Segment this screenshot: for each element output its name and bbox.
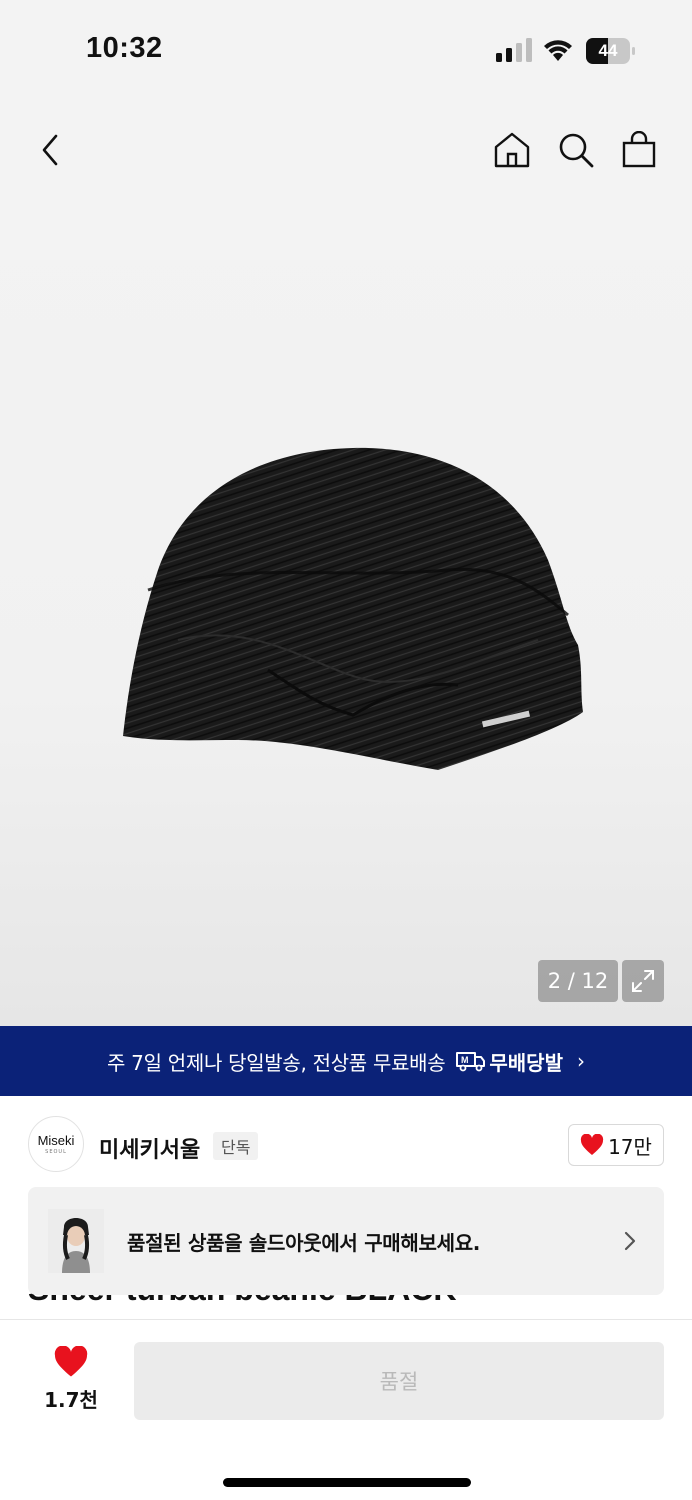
battery-level: 44 [598, 41, 618, 60]
promo-banner[interactable]: 주 7일 언제나 당일발송, 전상품 무료배송 M 무배당발 › [0, 1026, 692, 1096]
wifi-icon [544, 40, 572, 61]
search-icon [559, 133, 594, 168]
image-page-indicator: 2 / 12 [538, 960, 618, 1002]
heart-icon [580, 1134, 604, 1155]
chevron-right-icon: › [576, 1049, 585, 1073]
wishlist-count: 1.7천 [44, 1388, 98, 1412]
soldout-banner-text: 품절된 상품을 솔드아웃에서 구매해보세요. [127, 1231, 481, 1255]
exclusive-badge: 단독 [213, 1132, 259, 1160]
shopping-bag-icon [622, 131, 656, 168]
product-image-beanie [123, 447, 583, 770]
back-button[interactable] [28, 128, 72, 172]
store-info: Miseki SEOUL 미세키서울 단독 17만 [0, 1096, 692, 1192]
status-time: 10:32 [86, 32, 163, 64]
store-like-count: 17만 [608, 1134, 652, 1159]
home-indicator [223, 1478, 471, 1487]
wishlist-button[interactable]: 1.7천 [36, 1346, 106, 1416]
search-button[interactable] [554, 128, 598, 172]
soldout-banner[interactable]: 품절된 상품을 솔드아웃에서 구매해보세요. [28, 1187, 664, 1295]
heart-icon [54, 1346, 88, 1377]
top-navigation [0, 100, 692, 200]
chevron-right-icon [624, 1231, 636, 1251]
store-like-button[interactable]: 17만 [568, 1124, 664, 1166]
store-logo-subtext: SEOUL [45, 1148, 67, 1155]
home-icon [494, 132, 530, 168]
expand-icon [632, 970, 654, 992]
promo-badge-label: 무배당발 [489, 1050, 563, 1075]
sold-out-button[interactable]: 품절 [134, 1342, 664, 1420]
promo-text: 주 7일 언제나 당일발송, 전상품 무료배송 [107, 1050, 446, 1075]
expand-image-button[interactable] [622, 960, 664, 1002]
status-bar: 10:32 44 [0, 0, 692, 100]
delivery-truck-icon: M [456, 1052, 486, 1072]
svg-text:M: M [461, 1055, 469, 1065]
store-logo[interactable]: Miseki SEOUL [28, 1116, 84, 1172]
bottom-action-bar: 1.7천 품절 [0, 1319, 692, 1500]
promo-badge: M 무배당발 [455, 1047, 563, 1076]
chevron-left-icon [42, 134, 58, 166]
store-name[interactable]: 미세키서울 [99, 1132, 200, 1164]
product-image-gallery[interactable]: 2 / 12 [0, 200, 692, 1026]
home-button[interactable] [490, 128, 534, 172]
model-thumbnail [48, 1209, 104, 1273]
cart-button[interactable] [617, 128, 661, 172]
cellular-signal-icon [496, 38, 532, 62]
battery-icon: 44 [586, 38, 636, 64]
store-logo-text: Miseki [37, 1132, 75, 1148]
